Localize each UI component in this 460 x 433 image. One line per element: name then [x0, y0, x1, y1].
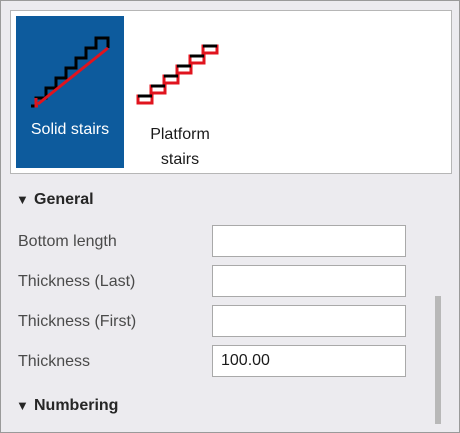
section-general-header[interactable]: ▼ General	[16, 191, 94, 209]
thickness-first-input[interactable]	[212, 305, 406, 337]
section-numbering-title: Numbering	[34, 397, 119, 414]
thickness-last-label: Thickness (Last)	[18, 273, 136, 290]
vertical-scrollbar[interactable]	[434, 184, 444, 424]
platform-stairs-label: Platform stairs	[150, 126, 210, 168]
solid-stairs-icon	[31, 36, 110, 108]
collapse-triangle-icon: ▼	[16, 192, 29, 207]
solid-stairs-tile[interactable]: Solid stairs	[16, 16, 124, 168]
thickness-first-label: Thickness (First)	[18, 313, 137, 330]
thickness-label: Thickness	[18, 353, 91, 370]
section-numbering-header[interactable]: ▼ Numbering	[16, 397, 118, 415]
bottom-length-input[interactable]	[212, 225, 406, 257]
stairs-properties-panel: Solid stairs Platform stairs ▼ General B…	[0, 0, 460, 433]
section-general-title: General	[34, 191, 94, 208]
platform-stairs-icon	[136, 44, 219, 105]
bottom-length-label: Bottom length	[18, 233, 117, 250]
thickness-input[interactable]: 100.00	[212, 345, 406, 377]
platform-stairs-tile[interactable]: Platform stairs	[126, 16, 234, 168]
stair-type-gallery: Solid stairs Platform stairs	[10, 10, 452, 174]
scrollbar-thumb[interactable]	[435, 296, 441, 424]
thickness-last-input[interactable]	[212, 265, 406, 297]
solid-stairs-label: Solid stairs	[30, 121, 110, 138]
collapse-triangle-icon: ▼	[16, 398, 29, 413]
